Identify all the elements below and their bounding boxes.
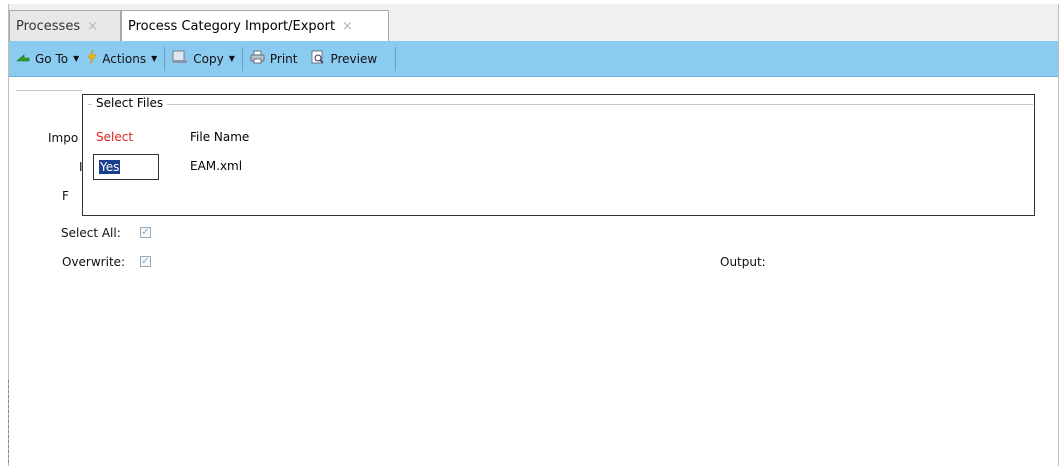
select-input[interactable]: Yes	[93, 154, 159, 180]
group-divider	[16, 90, 82, 91]
print-label: Print	[269, 51, 298, 66]
printer-icon	[250, 50, 265, 67]
print-button[interactable]: Print	[246, 45, 302, 73]
tab-label: Process Category Import/Export	[128, 19, 336, 34]
copy-button[interactable]: Copy ▼	[168, 45, 239, 73]
select-all-checkbox[interactable]: ✓	[140, 227, 151, 238]
tab-processes[interactable]: Processes ×	[9, 10, 121, 41]
tab-strip: Processes × Process Category Import/Expo…	[9, 4, 1058, 42]
import-export-form: Impo I F Select All: ✓ Overwrite: ✓ Outp…	[9, 77, 1058, 466]
toolbar-separator	[164, 46, 166, 71]
toolbar: Go To ▼ Actions ▼ Copy ▼ Print Preview	[9, 41, 1058, 77]
close-icon[interactable]: ×	[342, 19, 353, 34]
toolbar-separator	[241, 46, 243, 71]
toolbar-separator	[395, 46, 397, 71]
column-header-select[interactable]: Select	[96, 130, 133, 144]
actions-button[interactable]: Actions ▼	[83, 45, 161, 73]
overwrite-checkbox[interactable]: ✓	[140, 256, 151, 267]
chevron-down-icon[interactable]: ▼	[229, 54, 235, 63]
group-divider	[88, 104, 1033, 105]
output-label: Output:	[720, 255, 766, 269]
preview-label: Preview	[330, 51, 378, 66]
tab-label: Processes	[16, 18, 81, 34]
close-icon[interactable]: ×	[87, 19, 98, 34]
preview-icon	[311, 50, 325, 68]
import-label: Impo	[48, 131, 79, 145]
select-all-label: Select All:	[61, 226, 121, 240]
partial-label: F	[62, 189, 69, 203]
actions-label: Actions	[102, 51, 147, 66]
preview-button[interactable]: Preview	[307, 45, 381, 73]
goto-label: Go To	[35, 51, 69, 66]
select-files-popup: Select Files Select File Name Yes EAM.xm…	[82, 94, 1035, 216]
chevron-down-icon[interactable]: ▼	[151, 54, 157, 63]
lightning-icon	[87, 49, 97, 67]
group-title: Select Files	[92, 96, 168, 110]
copy-label: Copy	[193, 51, 224, 66]
goto-button[interactable]: Go To ▼	[12, 45, 83, 73]
window-frame: Processes × Process Category Import/Expo…	[8, 4, 1059, 466]
chevron-down-icon[interactable]: ▼	[73, 54, 79, 63]
select-value: Yes	[99, 160, 121, 174]
tab-process-category-import-export[interactable]: Process Category Import/Export ×	[121, 10, 389, 42]
file-name-cell: EAM.xml	[190, 159, 243, 173]
copy-icon	[172, 50, 188, 67]
arrow-right-icon	[16, 52, 30, 66]
overwrite-label: Overwrite:	[62, 255, 126, 269]
column-header-file-name[interactable]: File Name	[190, 130, 249, 144]
resize-handle	[8, 380, 9, 463]
